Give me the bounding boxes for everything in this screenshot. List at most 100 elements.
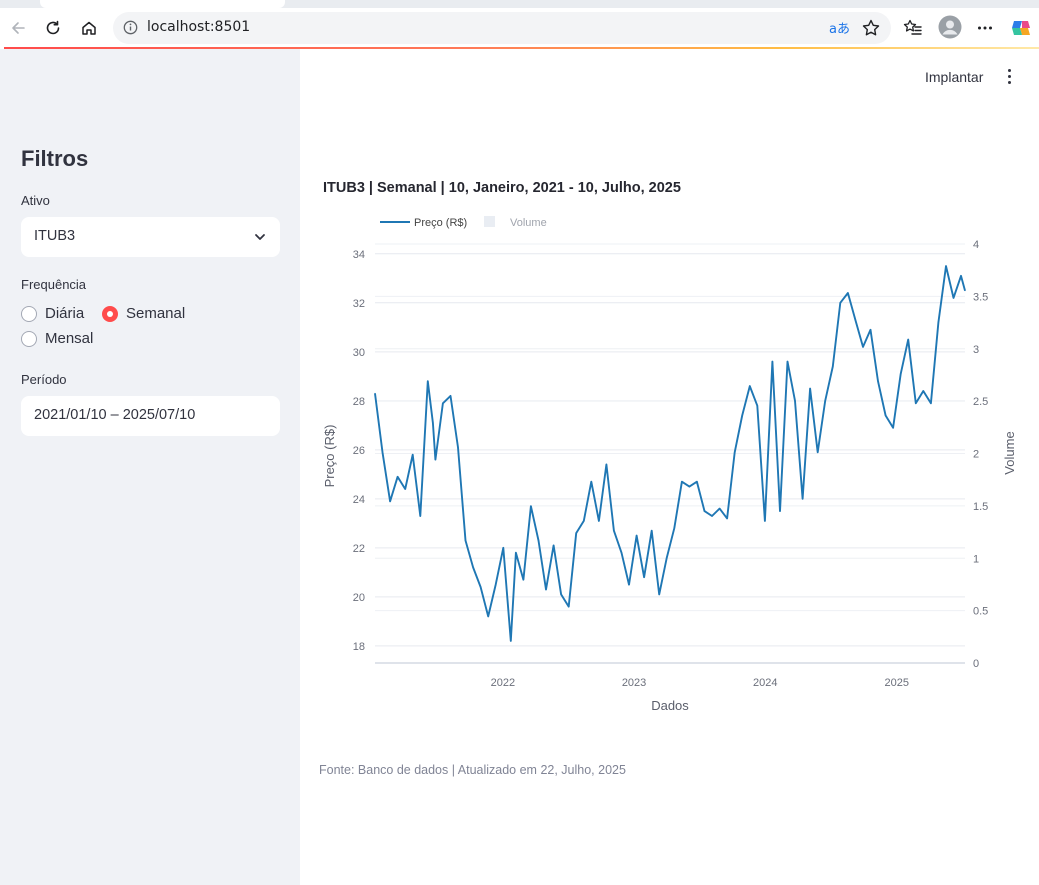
- price-data-point[interactable]: [688, 485, 691, 488]
- price-data-point[interactable]: [854, 319, 857, 321]
- price-data-point[interactable]: [651, 530, 653, 532]
- price-data-point[interactable]: [487, 615, 489, 618]
- price-data-point[interactable]: [832, 365, 834, 368]
- price-data-point[interactable]: [696, 481, 698, 483]
- price-data-point[interactable]: [381, 451, 384, 453]
- price-data-point[interactable]: [756, 405, 758, 407]
- price-data-point[interactable]: [839, 302, 841, 304]
- price-data-point[interactable]: [786, 361, 789, 363]
- price-data-point[interactable]: [590, 481, 592, 483]
- price-data-point[interactable]: [960, 275, 962, 277]
- price-data-point[interactable]: [560, 593, 562, 595]
- price-data-point[interactable]: [404, 488, 406, 490]
- translate-icon[interactable]: aあ: [829, 18, 850, 37]
- price-data-point[interactable]: [900, 373, 902, 375]
- price-data-point[interactable]: [764, 520, 766, 522]
- price-data-point[interactable]: [530, 505, 532, 507]
- price-data-point[interactable]: [877, 380, 879, 382]
- price-data-point[interactable]: [892, 427, 894, 429]
- price-data-point[interactable]: [673, 527, 675, 529]
- price-data-point[interactable]: [945, 265, 947, 267]
- price-data-point[interactable]: [545, 588, 547, 591]
- price-data-point[interactable]: [374, 392, 376, 395]
- price-data-point[interactable]: [522, 579, 524, 581]
- price-data-point[interactable]: [741, 414, 743, 417]
- price-data-point[interactable]: [495, 583, 497, 586]
- periodo-date-input[interactable]: 2021/01/10 – 2025/07/10: [21, 396, 280, 436]
- price-data-point[interactable]: [575, 532, 577, 534]
- back-icon[interactable]: [7, 17, 29, 39]
- address-bar[interactable]: localhost:8501 aあ: [113, 12, 891, 44]
- price-data-point[interactable]: [817, 451, 819, 453]
- price-data-point[interactable]: [457, 446, 459, 448]
- legend-price-label[interactable]: Preço (R$): [414, 217, 467, 229]
- radio-mensal[interactable]: Mensal: [21, 330, 93, 347]
- price-data-point[interactable]: [552, 544, 555, 546]
- price-data-point[interactable]: [442, 402, 444, 404]
- favorites-list-icon[interactable]: [902, 17, 924, 39]
- price-data-point[interactable]: [922, 390, 924, 392]
- price-data-point[interactable]: [537, 539, 540, 542]
- price-data-point[interactable]: [703, 510, 706, 512]
- price-data-point[interactable]: [809, 387, 811, 390]
- price-data-point[interactable]: [952, 297, 955, 299]
- price-data-point[interactable]: [718, 508, 721, 510]
- price-data-point[interactable]: [613, 530, 615, 532]
- price-data-point[interactable]: [964, 289, 966, 292]
- price-data-point[interactable]: [930, 402, 932, 404]
- ativo-select[interactable]: ITUB3: [21, 217, 280, 257]
- radio-diaria[interactable]: Diária: [21, 305, 84, 322]
- price-data-point[interactable]: [502, 547, 504, 549]
- price-data-point[interactable]: [734, 451, 736, 453]
- price-data-point[interactable]: [419, 515, 421, 517]
- price-data-point[interactable]: [568, 606, 570, 608]
- profile-avatar-icon[interactable]: [937, 14, 963, 40]
- price-data-point[interactable]: [726, 517, 728, 520]
- price-data-point[interactable]: [862, 346, 864, 348]
- price-data-point[interactable]: [427, 380, 429, 382]
- price-data-point[interactable]: [412, 454, 414, 456]
- price-data-point[interactable]: [847, 292, 849, 294]
- radio-semanal[interactable]: Semanal: [102, 305, 185, 322]
- reload-icon[interactable]: [42, 17, 64, 39]
- price-data-point[interactable]: [907, 338, 909, 341]
- price-data-point[interactable]: [666, 557, 668, 559]
- more-options-icon[interactable]: [974, 17, 996, 39]
- price-data-point[interactable]: [681, 481, 683, 483]
- price-data-point[interactable]: [464, 539, 467, 542]
- price-data-point[interactable]: [915, 402, 917, 404]
- price-data-point[interactable]: [515, 552, 517, 554]
- legend-volume-swatch[interactable]: [484, 216, 495, 227]
- price-data-point[interactable]: [583, 520, 585, 522]
- price-data-point[interactable]: [658, 593, 660, 595]
- price-data-point[interactable]: [635, 534, 638, 537]
- price-data-point[interactable]: [794, 400, 796, 402]
- price-data-point[interactable]: [397, 476, 399, 478]
- copilot-icon[interactable]: [1010, 17, 1032, 39]
- site-info-icon[interactable]: [123, 20, 138, 40]
- price-data-point[interactable]: [884, 414, 887, 417]
- price-data-point[interactable]: [480, 586, 482, 588]
- price-data-point[interactable]: [432, 422, 434, 424]
- price-data-point[interactable]: [434, 459, 436, 461]
- legend-volume-label[interactable]: Volume: [510, 217, 547, 229]
- favorite-star-icon[interactable]: [861, 18, 881, 43]
- price-data-point[interactable]: [598, 520, 600, 522]
- price-data-point[interactable]: [779, 510, 781, 512]
- price-data-point[interactable]: [472, 566, 474, 569]
- price-data-point[interactable]: [643, 576, 645, 578]
- price-data-point[interactable]: [605, 463, 608, 466]
- price-data-point[interactable]: [771, 361, 774, 363]
- url-text[interactable]: localhost:8501: [147, 19, 250, 35]
- price-data-point[interactable]: [937, 321, 940, 324]
- price-data-point[interactable]: [620, 552, 623, 554]
- price-data-point[interactable]: [510, 640, 512, 642]
- price-data-point[interactable]: [449, 395, 452, 397]
- price-data-point[interactable]: [628, 583, 630, 586]
- home-icon[interactable]: [78, 17, 100, 39]
- price-data-point[interactable]: [389, 500, 391, 502]
- price-data-point[interactable]: [711, 515, 713, 517]
- price-data-point[interactable]: [801, 498, 804, 500]
- price-data-point[interactable]: [869, 329, 872, 331]
- browser-tab[interactable]: [40, 0, 285, 8]
